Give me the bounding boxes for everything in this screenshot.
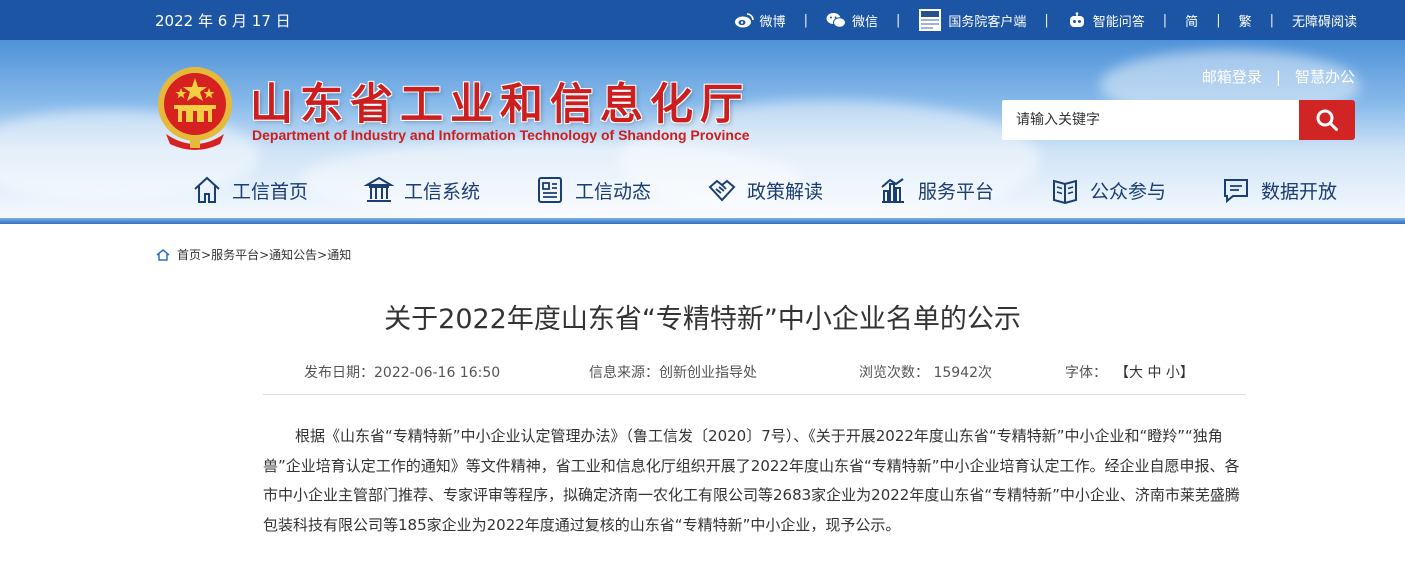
nav-label: 公众参与	[1090, 180, 1167, 203]
view-count: 浏览次数： 15942次	[859, 365, 992, 381]
nav-item-home[interactable]: 工信首页	[192, 170, 308, 210]
state-council-client-label: 国务院客户端	[948, 14, 1027, 30]
chat-icon	[1224, 179, 1248, 204]
header-divider	[0, 218, 1405, 224]
breadcrumb-notice[interactable]: 通知公告	[269, 248, 317, 262]
nav-item-public[interactable]: 公众参与	[1050, 170, 1166, 210]
building-icon	[364, 176, 394, 202]
handshake-icon	[708, 179, 736, 202]
search-box	[1002, 100, 1355, 140]
separator: |	[1275, 67, 1281, 86]
robot-icon	[1069, 12, 1084, 27]
header-banner: 山东省工业和信息化厅 Department of Industry and In…	[0, 40, 1405, 218]
bar-chart-icon	[881, 178, 904, 203]
separator: |	[1269, 12, 1274, 28]
search-icon	[1316, 109, 1338, 131]
weibo-label: 微博	[759, 14, 786, 30]
publish-date: 发布日期：2022-06-16 16:50	[304, 365, 501, 381]
home-icon	[194, 176, 220, 203]
smart-qa-link[interactable]: 智能问答	[1067, 11, 1145, 30]
national-emblem-logo	[158, 67, 232, 150]
font-size-switcher[interactable]: 【大 中 小】	[1115, 362, 1194, 382]
site-title-chinese: 山东省工业和信息化厅	[250, 80, 750, 130]
nav-item-data[interactable]: 数据开放	[1221, 170, 1337, 210]
smart-office-link[interactable]: 智慧办公	[1295, 66, 1355, 87]
separator: |	[1044, 12, 1049, 28]
breadcrumb: 首页>服务平台>通知公告>通知	[156, 246, 351, 263]
weixin-label: 微信	[851, 14, 878, 30]
article-title: 关于2022年度山东省“专精特新”中小企业名单的公示	[384, 304, 1021, 335]
nav-item-system[interactable]: 工信系统	[364, 170, 480, 210]
wechat-icon	[826, 13, 846, 28]
site-title-english: Department of Industry and Information T…	[252, 127, 750, 143]
mail-login-link[interactable]: 邮箱登录	[1202, 66, 1262, 87]
traditional-chinese-link[interactable]: 繁	[1239, 11, 1252, 30]
separator: |	[1216, 12, 1221, 28]
header-links: 邮箱登录 | 智慧办公	[1202, 66, 1355, 87]
breadcrumb-home[interactable]: 首页	[177, 248, 201, 262]
weibo-link[interactable]: 微博	[734, 11, 786, 30]
top-links: 微博 | 微信 | 国务院客户端 | 智能问答 | 简 | 繁 | 无障碍阅读	[734, 0, 1357, 40]
article-body: 根据《山东省“专精特新”中小企业认定管理办法》（鲁工信发〔2020〕7号）、《关…	[263, 427, 1240, 534]
article-meta: 发布日期：2022-06-16 16:50 信息来源：创新创业指导处 浏览次数：…	[304, 362, 1194, 382]
weixin-link[interactable]: 微信	[826, 11, 878, 30]
nav-item-service[interactable]: 服务平台	[878, 170, 994, 210]
current-date: 2022 年 6 月 17 日	[155, 12, 291, 30]
accessible-reading-link[interactable]: 无障碍阅读	[1292, 11, 1357, 30]
home-icon	[156, 248, 170, 261]
state-council-client-icon	[919, 9, 942, 31]
state-council-client-link[interactable]: 国务院客户端	[918, 8, 1026, 32]
nav-label: 数据开放	[1261, 180, 1338, 203]
smart-qa-label: 智能问答	[1092, 14, 1145, 30]
nav-label: 政策解读	[747, 180, 824, 203]
breadcrumb-separator: >	[201, 248, 212, 262]
separator: |	[803, 12, 808, 28]
breadcrumb-current[interactable]: 通知	[327, 248, 351, 262]
breadcrumb-service[interactable]: 服务平台	[211, 248, 259, 262]
nav-label: 服务平台	[918, 180, 995, 203]
nav-label: 工信首页	[232, 180, 309, 203]
nav-label: 工信动态	[575, 180, 652, 203]
info-source: 信息来源：创新创业指导处	[589, 365, 757, 381]
font-size-label: 字体：	[1065, 365, 1107, 381]
book-icon	[1053, 179, 1077, 205]
separator: |	[1162, 12, 1168, 28]
simplified-chinese-link[interactable]: 简	[1185, 11, 1198, 30]
search-input[interactable]	[1002, 100, 1299, 140]
separator: |	[895, 12, 901, 28]
meta-divider	[263, 394, 1246, 395]
weibo-icon	[734, 13, 754, 28]
news-icon	[538, 177, 562, 203]
nav-item-news[interactable]: 工信动态	[535, 170, 651, 210]
breadcrumb-separator: >	[259, 248, 270, 262]
top-bar: 2022 年 6 月 17 日 微博 | 微信 | 国务院客户端 | 智能问答 …	[0, 0, 1405, 40]
main-navigation: 工信首页 工信系统 工信动态 政策解读 服务平台 公众参与 数据开放	[0, 170, 1405, 210]
search-button[interactable]	[1299, 100, 1355, 140]
nav-item-policy[interactable]: 政策解读	[707, 170, 823, 210]
breadcrumb-separator: >	[317, 248, 328, 262]
nav-label: 工信系统	[404, 180, 481, 203]
